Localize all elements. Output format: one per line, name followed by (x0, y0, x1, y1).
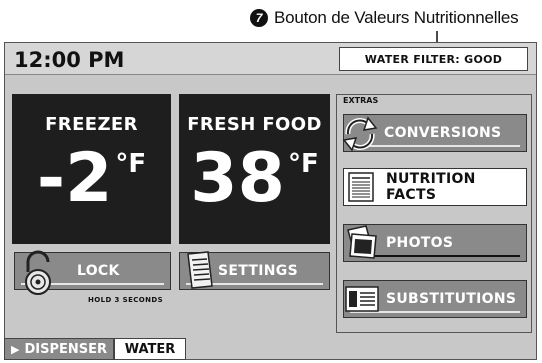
freezer-value: -2 (36, 139, 113, 218)
freezer-label: Freezer (45, 114, 138, 135)
substitutions-card-icon (345, 286, 379, 312)
water-filter-status[interactable]: Water Filter: Good (339, 47, 528, 71)
extras-title: Extras (343, 96, 379, 105)
play-triangle-icon: ▶ (11, 342, 20, 356)
water-filter-label: Water Filter: Good (364, 52, 503, 66)
dispenser-tab[interactable]: ▶ Dispenser (4, 338, 114, 360)
padlock-icon (25, 250, 51, 295)
dispenser-mode-label: Water (124, 341, 176, 357)
freezer-temp-button[interactable]: Freezer -2 °F (12, 94, 171, 244)
conversions-label: Conversions (384, 125, 502, 141)
dispenser-mode-water[interactable]: Water (114, 338, 186, 360)
fresh-food-temp: 38 °F (179, 145, 330, 213)
photos-icon (347, 225, 377, 259)
fresh-food-unit: °F (287, 149, 319, 179)
lock-label: Lock (77, 263, 120, 279)
nutrition-label-icon (348, 172, 374, 202)
conversions-arrows-icon (342, 116, 378, 152)
nutrition-facts-label: Nutrition Facts (386, 171, 476, 203)
settings-label: Settings (218, 263, 298, 279)
lock-hint: HOLD 3 SECONDS (88, 296, 164, 304)
clock-time[interactable]: 12:00 PM (14, 48, 124, 72)
freezer-unit: °F (115, 149, 147, 179)
fresh-food-label: Fresh Food (187, 114, 322, 135)
substitutions-label: Substitutions (386, 291, 517, 307)
photos-label: Photos (386, 235, 454, 251)
settings-document-icon (187, 251, 213, 289)
fresh-food-temp-button[interactable]: Fresh Food 38 °F (179, 94, 330, 244)
fresh-food-value: 38 (190, 139, 285, 218)
dispenser-label: Dispenser (24, 341, 108, 357)
freezer-temp: -2 °F (12, 145, 171, 213)
